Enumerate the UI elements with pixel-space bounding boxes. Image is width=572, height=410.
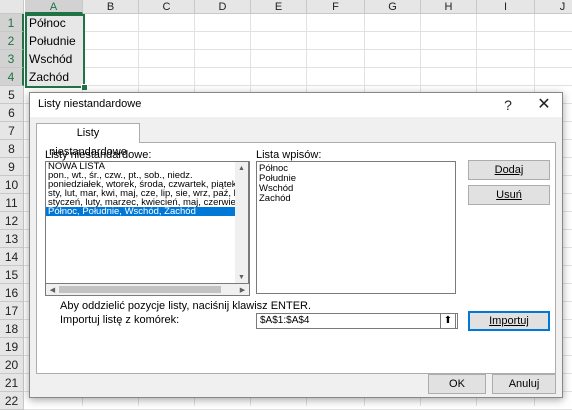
row-header-16[interactable]: 16 — [0, 284, 24, 302]
delete-button[interactable]: Usuń — [468, 185, 550, 205]
row-header-17[interactable]: 17 — [0, 302, 24, 320]
list-item[interactable]: styczeń, luty, marzec, kwiecień, maj, cz… — [46, 198, 249, 207]
lists-vertical-scrollbar[interactable]: ▲ ▼ — [235, 161, 249, 285]
fill-handle[interactable] — [81, 84, 88, 91]
dialog-titlebar[interactable]: Listy niestandardowe ? ✕ — [30, 93, 562, 117]
help-button[interactable]: ? — [493, 93, 523, 117]
custom-lists-dialog: Listy niestandardowe ? ✕ Listy niestanda… — [29, 92, 563, 398]
column-header-a[interactable]: A — [25, 0, 83, 14]
gridline — [24, 85, 572, 86]
selection-border — [25, 14, 85, 88]
row-header-12[interactable]: 12 — [0, 212, 24, 230]
custom-lists-listbox[interactable]: NOWA LISTA pon., wt., śr., czw., pt., sob… — [45, 161, 250, 285]
row-header-5[interactable]: 5 — [0, 86, 24, 104]
list-item[interactable]: Północ, Południe, Wschód, Zachód — [46, 207, 249, 216]
entry-line: Zachód — [259, 193, 291, 204]
column-header-e[interactable]: E — [251, 0, 307, 14]
row-header-8[interactable]: 8 — [0, 140, 24, 158]
scroll-right-icon[interactable]: ▶ — [236, 284, 249, 297]
row-header-1[interactable]: 1 — [0, 14, 24, 32]
row-header-4[interactable]: 4 — [0, 68, 24, 86]
list-item[interactable]: poniedziałek, wtorek, środa, czwartek, p… — [46, 180, 249, 189]
gridline — [24, 31, 572, 32]
hint-text: Aby oddzielić pozycje listy, naciśnij kl… — [60, 300, 312, 312]
add-button[interactable]: Dodaj — [468, 160, 550, 180]
list-entries-textarea[interactable]: Północ Południe Wschód Zachód — [256, 161, 456, 294]
tab-custom-lists[interactable]: Listy niestandardowe — [36, 123, 140, 158]
row-header-15[interactable]: 15 — [0, 266, 24, 284]
scroll-left-icon[interactable]: ◀ — [46, 284, 59, 297]
lists-horizontal-scrollbar[interactable]: ◀ ▶ — [45, 283, 250, 296]
row-header-14[interactable]: 14 — [0, 248, 24, 266]
row-header-13[interactable]: 13 — [0, 230, 24, 248]
column-header-g[interactable]: G — [365, 0, 421, 14]
dialog-title: Listy niestandardowe — [38, 98, 142, 110]
row-header-20[interactable]: 20 — [0, 356, 24, 374]
column-header-f[interactable]: F — [307, 0, 365, 14]
gridline — [24, 49, 572, 50]
list-item[interactable]: sty, lut, mar, kwi, maj, cze, lip, sie, … — [46, 189, 249, 198]
column-header-j[interactable]: J — [535, 0, 572, 14]
entries-label: Lista wpisów: — [256, 149, 322, 161]
column-header-i[interactable]: I — [477, 0, 535, 14]
import-button-label: Importuj — [489, 315, 529, 327]
select-all-corner[interactable] — [0, 0, 24, 14]
collapse-dialog-icon[interactable]: ⬆ — [440, 313, 456, 329]
row-header-19[interactable]: 19 — [0, 338, 24, 356]
ok-button[interactable]: OK — [428, 374, 486, 394]
column-header-d[interactable]: D — [195, 0, 251, 14]
row-header-10[interactable]: 10 — [0, 176, 24, 194]
import-button[interactable]: Importuj — [468, 311, 550, 331]
row-header-22[interactable]: 22 — [0, 392, 24, 410]
import-range-input[interactable]: $A$1:$A$4 — [256, 313, 458, 329]
list-item[interactable]: pon., wt., śr., czw., pt., sob., niedz. — [46, 171, 249, 180]
gridline — [24, 67, 572, 68]
scroll-thumb[interactable] — [59, 286, 221, 293]
import-label: Importuj listę z komórek: — [60, 314, 180, 326]
delete-button-label: Usuń — [496, 189, 522, 201]
cancel-button[interactable]: Anuluj — [492, 374, 556, 394]
scroll-up-icon[interactable]: ▲ — [235, 162, 248, 175]
close-button[interactable]: ✕ — [529, 93, 559, 117]
row-header-3[interactable]: 3 — [0, 50, 24, 68]
column-header-c[interactable]: C — [139, 0, 195, 14]
row-header-7[interactable]: 7 — [0, 122, 24, 140]
row-header-21[interactable]: 21 — [0, 374, 24, 392]
row-header-9[interactable]: 9 — [0, 158, 24, 176]
add-button-label: Dodaj — [494, 164, 524, 176]
row-header-11[interactable]: 11 — [0, 194, 24, 212]
row-header-2[interactable]: 2 — [0, 32, 24, 50]
row-header-6[interactable]: 6 — [0, 104, 24, 122]
list-item[interactable]: NOWA LISTA — [46, 162, 249, 171]
column-header-h[interactable]: H — [421, 0, 477, 14]
column-header-b[interactable]: B — [83, 0, 139, 14]
row-header-18[interactable]: 18 — [0, 320, 24, 338]
